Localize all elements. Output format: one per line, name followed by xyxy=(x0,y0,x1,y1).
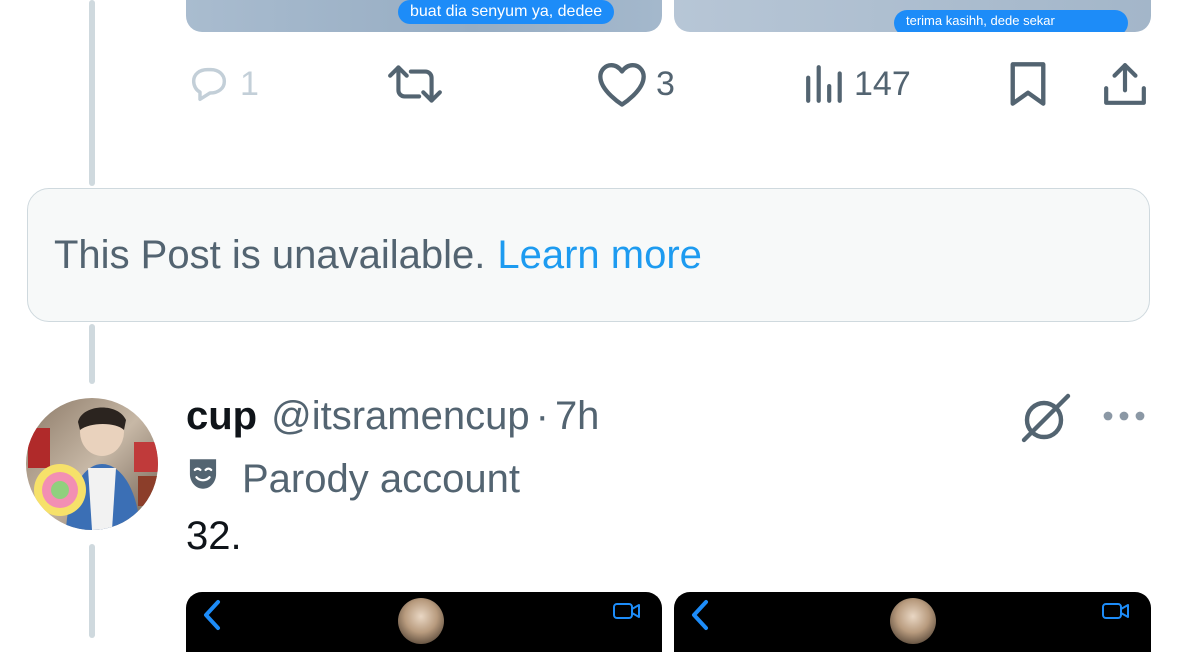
more-options-icon[interactable] xyxy=(1098,398,1150,434)
learn-more-link[interactable]: Learn more xyxy=(497,233,702,278)
unavailable-message: This Post is unavailable. xyxy=(54,232,486,277)
grok-icon[interactable] xyxy=(1018,392,1074,444)
account-label: Parody account xyxy=(242,456,520,501)
thread-line-bottom xyxy=(89,544,95,638)
chat-avatar xyxy=(398,598,444,644)
avatar[interactable] xyxy=(26,398,158,530)
share-button[interactable] xyxy=(1102,58,1148,110)
views-icon xyxy=(804,63,846,105)
separator-dot: · xyxy=(535,394,549,438)
unavailable-post-notice: This Post is unavailable. Learn more xyxy=(27,188,1150,322)
heart-icon xyxy=(596,60,648,108)
bookmark-icon xyxy=(1008,60,1048,108)
user-handle[interactable]: @itsramencup xyxy=(271,394,529,439)
back-chevron-icon xyxy=(202,598,222,637)
media-image-left[interactable] xyxy=(186,592,662,652)
thread-line-middle xyxy=(89,324,95,384)
share-icon xyxy=(1102,60,1148,108)
chat-bubble: buat dia senyum ya, dedee xyxy=(398,0,615,24)
thread-line-top xyxy=(89,0,95,186)
parody-label: Parody account xyxy=(186,454,520,504)
display-name[interactable]: cup xyxy=(186,394,257,439)
back-chevron-icon xyxy=(690,598,710,637)
reply-count: 1 xyxy=(240,64,259,103)
repost-icon xyxy=(386,59,444,109)
post-header: cup @itsramencup · 7h xyxy=(186,394,599,442)
media-image-left[interactable]: buat dia senyum ya, dedee xyxy=(186,0,662,32)
chat-bubble: terima kasihh, dede sekar xyxy=(894,10,1128,32)
reply-button[interactable]: 1 xyxy=(186,58,259,110)
media-image-right[interactable] xyxy=(674,592,1151,652)
like-count: 3 xyxy=(656,64,675,103)
theater-mask-icon xyxy=(186,456,220,502)
video-call-icon xyxy=(1101,600,1131,627)
media-image-right[interactable]: terima kasihh, dede sekar xyxy=(674,0,1151,32)
chat-avatar xyxy=(890,598,936,644)
post-actions: 1 3 147 xyxy=(186,58,1151,110)
views-button[interactable]: 147 xyxy=(804,58,911,110)
post-text: 32. xyxy=(186,514,242,558)
video-call-icon xyxy=(612,600,642,627)
like-button[interactable]: 3 xyxy=(596,58,675,110)
repost-button[interactable] xyxy=(386,58,444,110)
post-timestamp[interactable]: 7h xyxy=(555,394,600,439)
views-count: 147 xyxy=(854,64,911,103)
reply-icon xyxy=(186,61,232,107)
bookmark-button[interactable] xyxy=(1008,58,1048,110)
